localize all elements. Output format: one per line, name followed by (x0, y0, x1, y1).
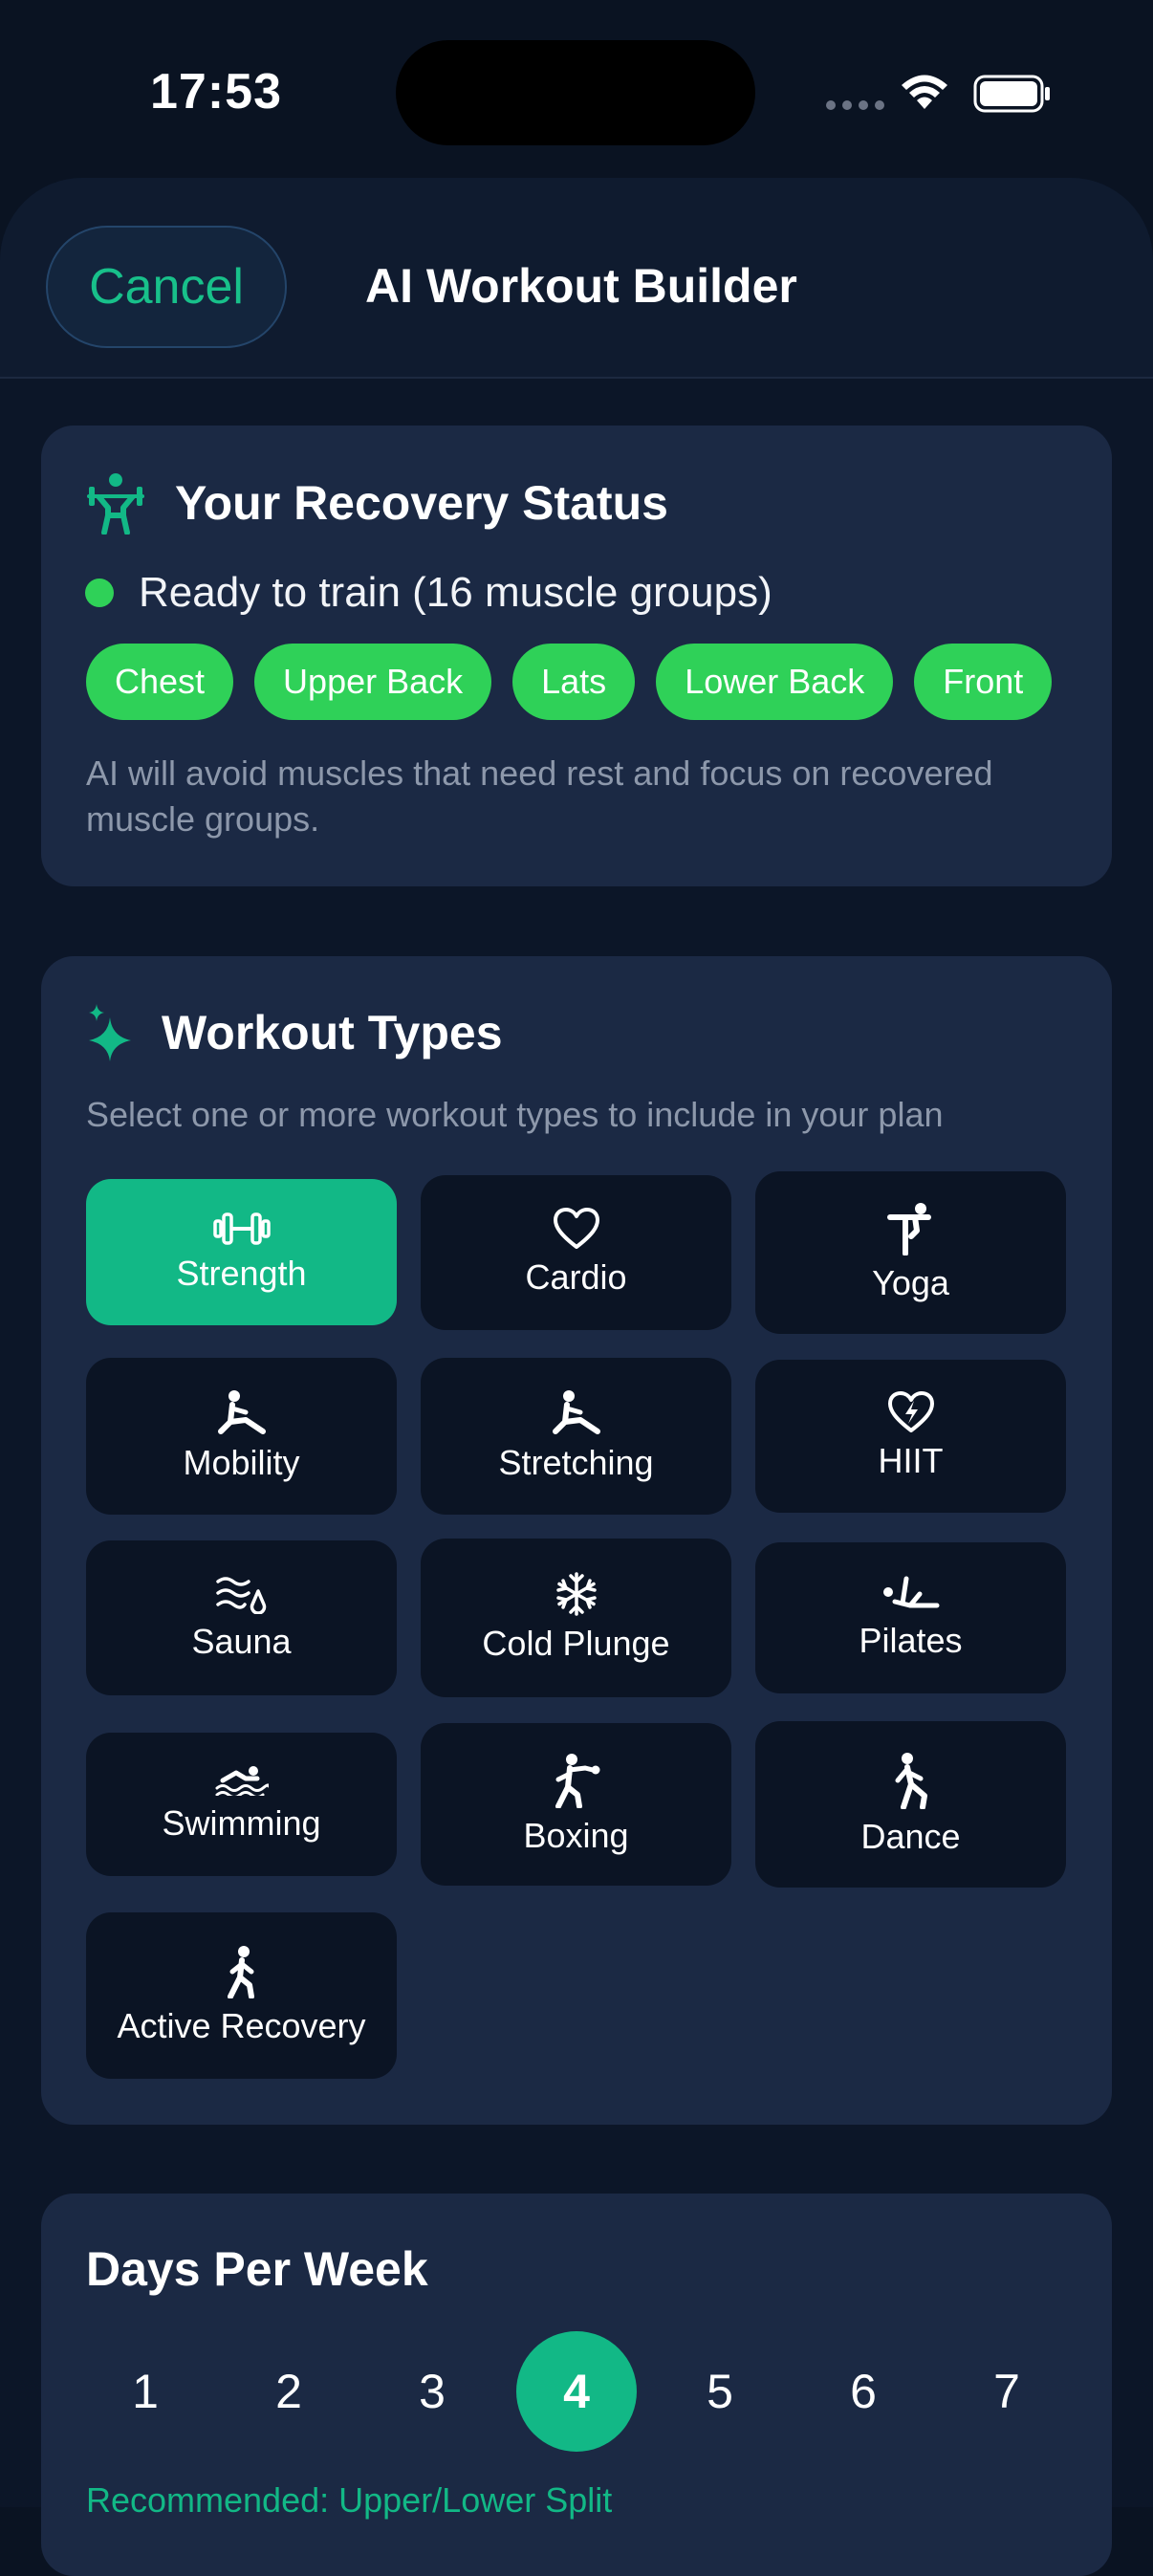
recovery-title: Your Recovery Status (175, 476, 668, 530)
workout-type-stretching[interactable]: Stretching (421, 1358, 731, 1515)
workout-type-swimming[interactable]: Swimming (86, 1733, 397, 1876)
workout-type-label: Boxing (523, 1816, 629, 1855)
workout-type-label: Yoga (872, 1263, 949, 1302)
day-option-7[interactable]: 7 (946, 2331, 1067, 2452)
heart-bolt-icon (887, 1391, 934, 1432)
recovery-status-card: Your Recovery Status Ready to train (16 … (41, 426, 1112, 886)
muscle-chip: Lower Back (656, 644, 894, 720)
workout-type-label: Cardio (525, 1257, 627, 1297)
dance-figure-icon (895, 1753, 927, 1809)
muscle-chip: Upper Back (254, 644, 492, 720)
workout-type-label: HIIT (878, 1441, 944, 1480)
cancel-button[interactable]: Cancel (46, 226, 287, 348)
sparkles-icon (89, 1004, 131, 1061)
snowflake-icon (555, 1572, 597, 1616)
page-title: AI Workout Builder (365, 259, 797, 313)
boxing-figure-icon (555, 1754, 599, 1808)
recommended-split: Recommended: Upper/Lower Split (86, 2480, 613, 2520)
workout-type-label: Stretching (498, 1443, 654, 1482)
wifi-icon (902, 75, 947, 109)
workout-type-label: Active Recovery (117, 2006, 366, 2045)
nav-bar: Cancel AI Workout Builder (0, 178, 1153, 379)
workout-type-label: Pilates (859, 1621, 963, 1660)
workout-type-label: Strength (176, 1253, 307, 1293)
day-option-2[interactable]: 2 (228, 2331, 349, 2452)
muscle-chip: Lats (512, 644, 636, 720)
workout-type-dance[interactable]: Dance (755, 1721, 1066, 1888)
walking-figure-icon (227, 1946, 254, 1998)
workout-type-pilates[interactable]: Pilates (755, 1542, 1066, 1693)
heart-icon (553, 1208, 599, 1249)
workout-type-label: Mobility (183, 1443, 300, 1482)
recovery-note: AI will avoid muscles that need rest and… (86, 753, 993, 839)
days-per-week-card: Days Per Week 1 2 3 4 5 6 7 Recommended:… (41, 2194, 1112, 2576)
weightlifter-icon (87, 473, 144, 535)
swimmer-icon (215, 1766, 269, 1796)
workout-type-mobility[interactable]: Mobility (86, 1358, 397, 1515)
ready-status: Ready to train (16 muscle groups) (85, 569, 772, 617)
cellular-signal-icon (826, 100, 884, 110)
ready-status-text: Ready to train (16 muscle groups) (139, 569, 772, 616)
dynamic-island (396, 40, 755, 145)
workout-type-label: Sauna (191, 1622, 292, 1661)
workout-type-yoga[interactable]: Yoga (755, 1171, 1066, 1334)
ready-indicator-dot (85, 579, 114, 607)
yoga-pose-icon (886, 1203, 931, 1255)
muscle-chip: Front (914, 644, 1053, 720)
day-option-3[interactable]: 3 (372, 2331, 492, 2452)
workout-types-card: Workout Types Select one or more workout… (41, 956, 1112, 2125)
workout-type-active-recovery[interactable]: Active Recovery (86, 1912, 397, 2079)
workout-type-label: Cold Plunge (482, 1624, 670, 1663)
dumbbell-icon (212, 1212, 271, 1245)
workout-type-label: Swimming (162, 1803, 321, 1843)
day-option-4[interactable]: 4 (516, 2331, 637, 2452)
battery-icon (973, 75, 1050, 113)
day-option-1[interactable]: 1 (85, 2331, 206, 2452)
workout-types-title: Workout Types (162, 1006, 503, 1059)
heat-waves-drop-icon (215, 1577, 266, 1614)
day-option-6[interactable]: 6 (803, 2331, 924, 2452)
workout-type-sauna[interactable]: Sauna (86, 1540, 397, 1695)
recovery-header: Your Recovery Status (85, 471, 668, 535)
status-bar: 17:53 (0, 0, 1153, 182)
workout-type-cardio[interactable]: Cardio (421, 1175, 731, 1330)
workout-types-subtitle: Select one or more workout types to incl… (86, 1095, 944, 1134)
workout-type-cold-plunge[interactable]: Cold Plunge (421, 1539, 731, 1697)
workout-type-hiit[interactable]: HIIT (755, 1360, 1066, 1513)
pilates-figure-icon (882, 1576, 939, 1608)
workout-type-strength[interactable]: Strength (86, 1179, 397, 1325)
workout-type-label: Dance (860, 1817, 961, 1856)
workout-types-header: Workout Types (85, 1004, 503, 1061)
muscle-chip: Chest (86, 644, 234, 720)
stretch-figure-icon (552, 1390, 600, 1434)
stretch-figure-icon (217, 1390, 266, 1434)
day-option-5[interactable]: 5 (660, 2331, 780, 2452)
muscle-chip-list[interactable]: Chest Upper Back Lats Lower Back Front (86, 644, 1066, 722)
status-time: 17:53 (150, 64, 282, 120)
days-per-week-title: Days Per Week (86, 2242, 428, 2296)
workout-type-boxing[interactable]: Boxing (421, 1723, 731, 1886)
